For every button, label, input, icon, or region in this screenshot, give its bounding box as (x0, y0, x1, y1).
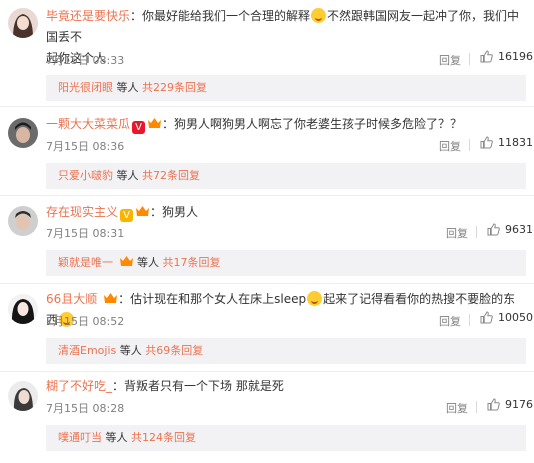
username-link[interactable]: 一颗大大菜菜瓜 (46, 117, 130, 131)
avatar[interactable] (8, 294, 38, 324)
reply-summary-text: 等人 (113, 81, 142, 94)
avatar[interactable] (8, 8, 38, 38)
reply-button[interactable]: 回复 (439, 52, 461, 68)
timestamp: 7月15日 08:28 (46, 402, 125, 415)
like-button[interactable]: 9176 (487, 398, 533, 411)
sub-replies-box[interactable]: 清酒Emojis 等人 共69条回复 (46, 338, 526, 364)
divider (0, 195, 534, 196)
like-button[interactable]: 10050 (480, 311, 533, 324)
timestamp: 7月15日 08:52 (46, 315, 125, 328)
thumbs-up-icon (487, 223, 500, 236)
comment-body: 一颗大大菜菜瓜 V ：狗男人啊狗男人啊忘了你老婆生孩子时候多危险了？？ (46, 114, 526, 135)
divider (476, 226, 477, 238)
sub-replies-box[interactable]: 噗通叮当 等人 共124条回复 (46, 425, 526, 451)
thumbs-up-icon (487, 398, 500, 411)
reply-count-link[interactable]: 共124条回复 (131, 431, 196, 444)
like-count: 9176 (505, 398, 533, 411)
divider (469, 314, 470, 326)
reply-button[interactable]: 回复 (446, 225, 468, 241)
comment-text: ：估计现在和那个女人在床上sleep (118, 292, 307, 306)
divider (0, 283, 534, 284)
avatar[interactable] (8, 118, 38, 148)
reply-user-link[interactable]: 阳光很闭眼 (58, 81, 113, 94)
reply-count-link[interactable]: 共72条回复 (142, 169, 200, 182)
vip-icon (135, 204, 150, 217)
avatar[interactable] (8, 381, 38, 411)
thumbs-up-icon (480, 50, 493, 63)
timestamp: 7月15日 08:33 (46, 54, 125, 67)
username-link[interactable]: 毕竟还是要快乐 (46, 9, 130, 23)
tongue-emoji-icon (307, 291, 323, 306)
reply-button[interactable]: 回复 (439, 313, 461, 329)
comment-text: ：狗男人 (150, 205, 199, 219)
verified-badge-icon: V (132, 121, 146, 134)
vip-icon (147, 116, 162, 129)
smile-emoji-icon (311, 8, 327, 23)
reply-summary-text: 等人 (113, 169, 142, 182)
sub-replies-box[interactable]: 阳光很闭眼 等人 共229条回复 (46, 75, 526, 101)
sub-replies-box[interactable]: 只爱小啵豹 等人 共72条回复 (46, 163, 526, 189)
divider (0, 106, 534, 107)
reply-user-link[interactable]: 清酒Emojis (58, 344, 116, 357)
like-button[interactable]: 16196 (480, 50, 533, 63)
like-count: 10050 (498, 311, 533, 324)
reply-count-link[interactable]: 共69条回复 (145, 344, 203, 357)
reply-summary-text: 等人 (116, 344, 146, 357)
avatar[interactable] (8, 206, 38, 236)
timestamp: 7月15日 08:31 (46, 227, 125, 240)
reply-count-link[interactable]: 共229条回复 (142, 81, 207, 94)
reply-button[interactable]: 回复 (439, 138, 461, 154)
reply-summary-text: 等人 (102, 431, 131, 444)
vip-icon (119, 252, 134, 266)
comment-text: ：狗男人啊狗男人啊忘了你老婆生孩子时候多危险了？？ (162, 117, 463, 131)
username-link[interactable]: 糊了不好吃_ (46, 379, 112, 393)
vip-icon (103, 291, 118, 304)
thumbs-up-icon (480, 311, 493, 324)
like-count: 11831 (498, 136, 533, 149)
like-button[interactable]: 9631 (487, 223, 533, 236)
reply-user-link[interactable]: 只爱小啵豹 (58, 169, 113, 182)
reply-button[interactable]: 回复 (446, 400, 468, 416)
divider (0, 371, 534, 372)
reply-summary-text: 等人 (133, 256, 163, 269)
username-link[interactable]: 66且大顺 (46, 292, 97, 306)
comment-text: ：你最好能给我们一个合理的解释 (130, 9, 311, 23)
divider (469, 139, 470, 151)
reply-count-link[interactable]: 共17条回复 (163, 256, 221, 269)
sub-replies-box[interactable]: 颖就是唯一 等人 共17条回复 (46, 250, 526, 276)
like-count: 9631 (505, 223, 533, 236)
verified-badge-icon: V (120, 209, 134, 222)
username-link[interactable]: 存在现实主义 (46, 205, 118, 219)
divider (469, 53, 470, 65)
reply-user-link[interactable]: 颖就是唯一 (58, 256, 113, 269)
comment-body: 糊了不好吃_：背叛者只有一个下场 那就是死 (46, 376, 526, 397)
like-button[interactable]: 11831 (480, 136, 533, 149)
comment-body: 存在现实主义 V ：狗男人 (46, 202, 526, 223)
comment-text: ：背叛者只有一个下场 那就是死 (112, 379, 284, 393)
timestamp: 7月15日 08:36 (46, 140, 125, 153)
divider (476, 401, 477, 413)
reply-user-link[interactable]: 噗通叮当 (58, 431, 102, 444)
thumbs-up-icon (480, 136, 493, 149)
like-count: 16196 (498, 50, 533, 63)
